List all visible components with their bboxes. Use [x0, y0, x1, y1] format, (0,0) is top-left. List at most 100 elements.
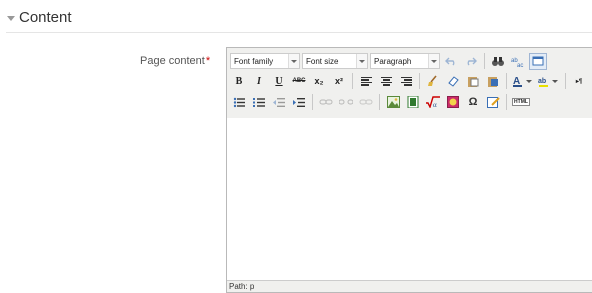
broom-icon: [428, 75, 437, 86]
chevron-down-icon: [356, 54, 367, 68]
editor-toolbar: Font family Font size Paragraph ab ac B …: [227, 48, 592, 119]
link-button[interactable]: [317, 94, 335, 111]
toolbar-separator: [352, 73, 353, 89]
superscript-button[interactable]: x²: [330, 73, 348, 90]
toolbar-separator: [565, 73, 566, 89]
insert-image-button[interactable]: [384, 94, 402, 111]
font-family-value: Font family: [234, 56, 274, 66]
anchor-link-icon: [359, 99, 373, 105]
equation-button[interactable]: α: [424, 94, 442, 111]
replace-button[interactable]: ab ac: [509, 53, 527, 70]
unlink-icon: [339, 99, 353, 105]
format-select[interactable]: Paragraph: [370, 53, 440, 69]
bold-button[interactable]: B: [230, 73, 248, 90]
redo-button[interactable]: [462, 53, 480, 70]
smiley-icon: [447, 96, 459, 108]
fullscreen-icon: [532, 56, 544, 66]
toolbar-row-3: α Ω HTML: [230, 93, 531, 111]
ltr-label: ▸¶: [575, 78, 583, 85]
unlink-button[interactable]: [337, 94, 355, 111]
strikethrough-button[interactable]: ABC: [290, 73, 308, 90]
equation-icon: α: [426, 96, 440, 108]
svg-text:ac: ac: [517, 63, 523, 67]
image-icon: [386, 96, 400, 108]
toolbar-separator: [506, 73, 507, 89]
paste-text-icon: [468, 77, 479, 87]
replace-icon: abac: [511, 58, 523, 67]
text-color-button[interactable]: A: [511, 73, 535, 90]
collapse-caret-icon: [7, 15, 15, 21]
strikethrough-label: ABC: [292, 78, 306, 84]
binoculars-icon: [492, 57, 504, 66]
font-size-select[interactable]: Font size: [302, 53, 368, 69]
insert-media-button[interactable]: [404, 94, 422, 111]
align-center-button[interactable]: [377, 73, 395, 90]
bullet-list-button[interactable]: [230, 94, 248, 111]
page-content-label-text: Page content: [140, 55, 205, 67]
numbered-list-icon: [253, 97, 265, 107]
indent-icon: [293, 97, 305, 107]
toolbar-separator: [379, 94, 380, 110]
cleanup-button[interactable]: [424, 73, 442, 90]
format-value: Paragraph: [374, 56, 412, 66]
background-color-button[interactable]: ab: [537, 73, 561, 90]
align-left-icon: [360, 76, 372, 86]
indent-button[interactable]: [290, 94, 308, 111]
toolbar-separator: [484, 53, 485, 69]
chevron-down-icon: [288, 54, 299, 68]
pencil-icon: [486, 97, 500, 108]
paste-word-button[interactable]: [484, 73, 502, 90]
anchor-button[interactable]: [357, 94, 375, 111]
superscript-label: x²: [334, 76, 343, 86]
undo-button[interactable]: [442, 53, 460, 70]
redo-icon: [467, 57, 477, 66]
font-family-select[interactable]: Font family: [230, 53, 300, 69]
toolbar-row-2: B I U ABC x₂ x² A ab ▸¶: [230, 72, 592, 90]
align-right-icon: [400, 76, 412, 86]
required-marker: *: [205, 55, 211, 67]
text-color-icon: A: [513, 76, 532, 87]
fullscreen-button[interactable]: [529, 52, 547, 70]
ltr-button[interactable]: ▸¶: [570, 73, 588, 90]
edit-button[interactable]: [484, 94, 502, 111]
underline-button[interactable]: U: [270, 73, 288, 90]
section-toggle-content[interactable]: Content: [7, 6, 72, 28]
svg-text:ab: ab: [538, 78, 546, 85]
svg-text:α: α: [433, 101, 437, 108]
italic-button[interactable]: I: [250, 73, 268, 90]
font-size-value: Font size: [306, 56, 339, 66]
section-divider: [6, 32, 592, 33]
toolbar-separator: [419, 73, 420, 89]
omega-icon: Ω: [468, 96, 478, 108]
media-icon: [407, 96, 419, 108]
toolbar-separator: [506, 94, 507, 110]
eraser-icon: [448, 76, 459, 87]
align-left-button[interactable]: [357, 73, 375, 90]
undo-icon: [445, 57, 455, 66]
emoticon-button[interactable]: [444, 94, 462, 111]
toolbar-separator: [312, 94, 313, 110]
editor-content-area[interactable]: [227, 118, 592, 280]
align-right-button[interactable]: [397, 73, 415, 90]
section-title: Content: [19, 8, 72, 26]
remove-format-button[interactable]: [444, 73, 462, 90]
chevron-down-icon: [428, 54, 439, 68]
link-icon: [319, 99, 333, 105]
subscript-button[interactable]: x₂: [310, 73, 328, 90]
outdent-button[interactable]: [270, 94, 288, 111]
find-button[interactable]: [489, 53, 507, 70]
editor-status-bar: Path: p: [227, 280, 592, 292]
toolbar-row-1: Font family Font size Paragraph ab ac: [230, 52, 547, 70]
special-character-button[interactable]: Ω: [464, 94, 482, 111]
bullet-list-icon: [233, 97, 245, 107]
html-source-label: HTML: [512, 98, 530, 106]
paste-text-button[interactable]: [464, 73, 482, 90]
element-path: Path: p: [229, 282, 255, 291]
numbered-list-button[interactable]: [250, 94, 268, 111]
page-content-label: Page content*: [140, 55, 210, 67]
align-center-icon: [380, 76, 392, 86]
paste-word-icon: [488, 77, 498, 87]
rich-text-editor: Font family Font size Paragraph ab ac B …: [226, 47, 592, 293]
html-source-button[interactable]: HTML: [511, 94, 531, 111]
outdent-icon: [273, 97, 285, 107]
